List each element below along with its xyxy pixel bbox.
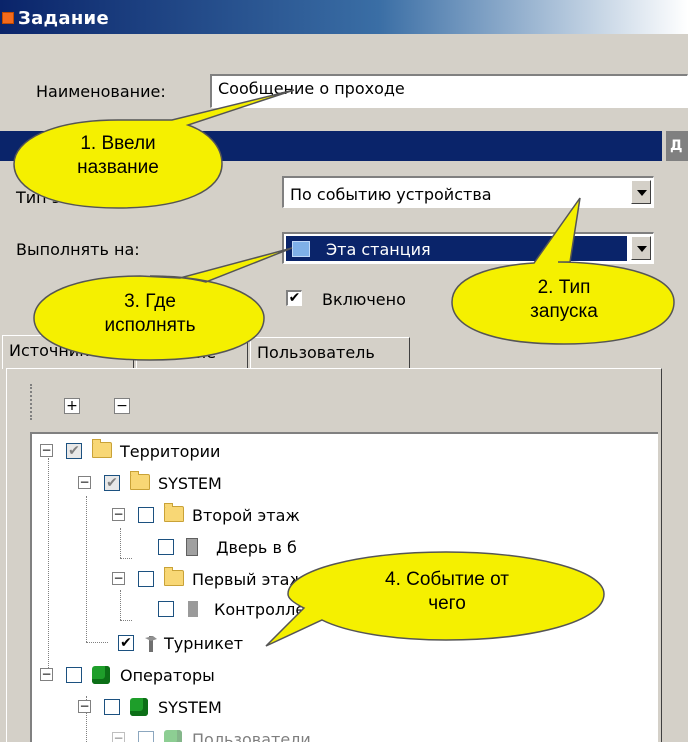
tree-line (120, 620, 132, 621)
tree-node-label: Территории (120, 442, 221, 461)
tree-line (120, 558, 132, 559)
title-bar: Задание (0, 0, 688, 34)
tree-node-label: SYSTEM (158, 474, 222, 493)
launch-type-value: По событию устройства (290, 185, 492, 204)
expand-all-button[interactable]: + (64, 398, 80, 414)
window-title: Задание (18, 8, 109, 29)
computer-icon (292, 241, 310, 257)
collapse-icon[interactable]: − (78, 700, 91, 713)
tree-node-system[interactable]: − ✔ SYSTEM (78, 471, 378, 496)
tree-checkbox[interactable] (138, 571, 154, 587)
controller-icon (188, 601, 198, 617)
tree-node-label: Второй этаж (192, 506, 300, 525)
green-cube-icon (130, 698, 148, 716)
callout-2-text: 2. Тип запуска (530, 277, 598, 322)
tree-line (86, 642, 108, 643)
collapse-icon[interactable]: − (112, 508, 125, 521)
collapse-icon[interactable]: − (40, 444, 53, 457)
tree-node-label: Пользователи (192, 730, 311, 742)
tree-checkbox[interactable] (138, 507, 154, 523)
tree-checkbox[interactable] (158, 539, 174, 555)
green-cube-icon (92, 666, 110, 684)
launch-type-dropdown-button[interactable] (631, 180, 651, 204)
tree-line (48, 458, 49, 676)
collapse-all-button[interactable]: − (114, 398, 130, 414)
tree-checkbox[interactable] (104, 699, 120, 715)
collapse-icon[interactable]: − (40, 668, 53, 681)
right-panel-header: Д (666, 131, 688, 161)
run-on-value: Эта станция (326, 240, 431, 259)
enabled-checkbox[interactable]: ✔ (286, 290, 302, 306)
tree-node-operators-system[interactable]: − SYSTEM (78, 696, 378, 720)
tree-node-operators[interactable]: − Операторы (40, 664, 340, 688)
callout-4-text: 4. Событие от чего (385, 569, 509, 614)
tree-node-second-floor[interactable]: − Второй этаж (112, 503, 412, 528)
run-on-dropdown-button[interactable] (631, 236, 651, 260)
tree-checkbox[interactable] (138, 731, 154, 742)
enabled-label: Включено (322, 290, 406, 309)
tree-line (120, 528, 121, 558)
door-icon (186, 538, 198, 556)
toolbar-grip[interactable] (30, 384, 36, 420)
tree-node-label: Турникет (164, 634, 244, 653)
tab-user[interactable]: Пользователь (250, 337, 410, 369)
tree-checkbox[interactable] (66, 667, 82, 683)
run-on-label: Выполнять на: (16, 240, 140, 259)
launch-type-select[interactable]: По событию устройства (282, 176, 654, 208)
callout-3-text: 3. Где исполнять (104, 291, 196, 336)
folder-icon (164, 567, 184, 586)
tree-node-label: SYSTEM (158, 698, 222, 717)
callout-1-text: 1. Ввели название (77, 133, 159, 178)
right-panel (666, 161, 688, 742)
name-label: Наименование: (36, 82, 166, 101)
app-icon (2, 12, 14, 24)
name-input[interactable]: Сообщение о проходе (210, 74, 688, 108)
collapse-icon[interactable]: − (112, 572, 125, 585)
task-window: Задание Наименование: Сообщение о проход… (0, 0, 688, 742)
folder-icon (164, 503, 184, 522)
tree-node-label: Операторы (120, 666, 215, 685)
tree-node-users[interactable]: − Пользователи (112, 728, 412, 742)
tree-line (120, 590, 121, 620)
tree-checkbox[interactable]: ✔ (66, 443, 82, 459)
folder-icon (92, 439, 112, 458)
turnstile-icon (144, 634, 158, 652)
tree-checkbox[interactable]: ✔ (104, 475, 120, 491)
tree-node-territories[interactable]: − ✔ Территории (40, 439, 340, 464)
collapse-icon[interactable]: − (112, 732, 125, 742)
folder-icon (130, 471, 150, 490)
tree-checkbox[interactable] (158, 601, 174, 617)
tree-checkbox[interactable]: ✔ (118, 635, 134, 651)
tree-line (86, 496, 87, 642)
collapse-icon[interactable]: − (78, 476, 91, 489)
green-cube-icon (164, 730, 182, 742)
